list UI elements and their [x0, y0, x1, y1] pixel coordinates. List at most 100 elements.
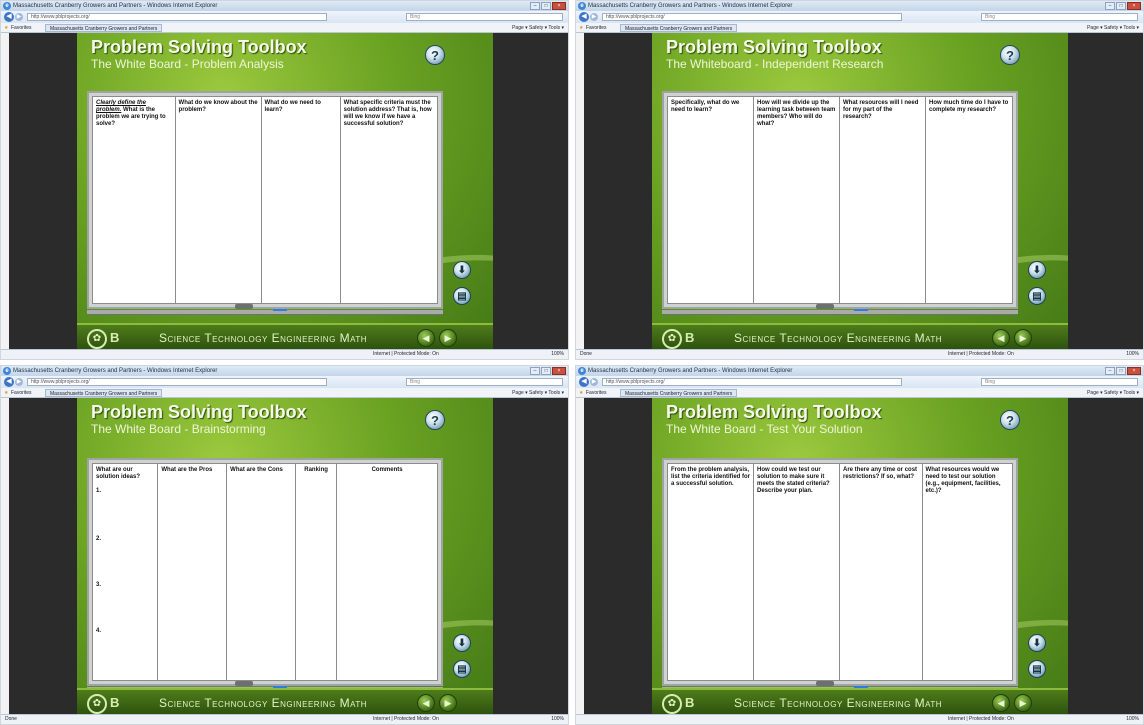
- favorites-button[interactable]: Favorites: [586, 388, 607, 398]
- column-resources[interactable]: What resources will I need for my part o…: [840, 97, 926, 303]
- command-bar[interactable]: Page ▾ Safety ▾ Tools ▾: [512, 388, 564, 398]
- back-arrow-icon[interactable]: ◀: [579, 377, 589, 387]
- forward-arrow-icon[interactable]: ▶: [15, 378, 23, 386]
- search-input[interactable]: Bing: [406, 378, 563, 386]
- download-icon[interactable]: ⬇: [1028, 261, 1046, 279]
- minimize-button[interactable]: –: [1105, 367, 1115, 375]
- column-define-problem[interactable]: Clearly define the problem. What is the …: [93, 97, 176, 303]
- column-what-we-know[interactable]: What do we know about the problem?: [176, 97, 262, 303]
- maximize-button[interactable]: □: [1116, 2, 1126, 10]
- column-restrictions[interactable]: Are there any time or cost restrictions?…: [840, 464, 923, 680]
- column-criteria-list[interactable]: From the problem analysis, list the crit…: [668, 464, 754, 680]
- browser-tab[interactable]: Massachusetts Cranberry Growers and Part…: [620, 24, 738, 32]
- arrow-left-icon[interactable]: ◀: [992, 329, 1010, 347]
- favorites-star-icon[interactable]: ★: [4, 388, 8, 398]
- close-button[interactable]: ×: [552, 2, 566, 10]
- page-area: Problem Solving Toolbox The White Board …: [1, 33, 568, 351]
- search-input[interactable]: Bing: [981, 378, 1138, 386]
- command-bar[interactable]: Page ▾ Safety ▾ Tools ▾: [1087, 23, 1139, 33]
- minimize-button[interactable]: –: [1105, 2, 1115, 10]
- arrow-left-icon[interactable]: ◀: [992, 694, 1010, 712]
- column-criteria[interactable]: What specific criteria must the solution…: [341, 97, 437, 303]
- zoom-level[interactable]: 100%: [1126, 715, 1139, 724]
- favorites-star-icon[interactable]: ★: [4, 23, 8, 33]
- close-button[interactable]: ×: [1127, 367, 1141, 375]
- search-input[interactable]: Bing: [981, 13, 1138, 21]
- board-subtitle: The White Board - Test Your Solution: [666, 422, 863, 436]
- status-bar: Internet | Protected Mode: On 100%: [1, 349, 568, 359]
- minimize-button[interactable]: –: [530, 367, 540, 375]
- arrow-right-icon[interactable]: ▶: [439, 329, 457, 347]
- status-bar: Done Internet | Protected Mode: On 100%: [576, 349, 1143, 359]
- arrow-right-icon[interactable]: ▶: [1014, 694, 1032, 712]
- eraser-icon[interactable]: [816, 304, 834, 309]
- favorites-button[interactable]: Favorites: [11, 23, 32, 33]
- back-arrow-icon[interactable]: ◀: [4, 377, 14, 387]
- favorites-star-icon[interactable]: ★: [579, 388, 583, 398]
- printer-icon[interactable]: ▤: [1028, 287, 1046, 305]
- question-icon[interactable]: ?: [425, 410, 445, 430]
- whiteboard: What are our solution ideas? 1. 2. 3. 4.…: [87, 458, 443, 686]
- url-input[interactable]: http://www.pblprojects.org/: [602, 13, 902, 21]
- column-pros[interactable]: What are the Pros: [158, 464, 228, 680]
- zoom-level[interactable]: 100%: [1126, 350, 1139, 359]
- forward-arrow-icon[interactable]: ▶: [15, 13, 23, 21]
- minimize-button[interactable]: –: [530, 2, 540, 10]
- close-button[interactable]: ×: [1127, 2, 1141, 10]
- zoom-level[interactable]: 100%: [551, 350, 564, 359]
- forward-arrow-icon[interactable]: ▶: [590, 13, 598, 21]
- app-title: Problem Solving Toolbox: [666, 37, 882, 57]
- marker-icon[interactable]: [854, 309, 868, 311]
- column-test-resources[interactable]: What resources would we need to test our…: [923, 464, 1012, 680]
- arrow-right-icon[interactable]: ▶: [1014, 329, 1032, 347]
- close-button[interactable]: ×: [552, 367, 566, 375]
- back-arrow-icon[interactable]: ◀: [4, 12, 14, 22]
- eraser-icon[interactable]: [235, 304, 253, 309]
- favorites-star-icon[interactable]: ★: [579, 23, 583, 33]
- download-icon[interactable]: ⬇: [453, 634, 471, 652]
- column-ranking[interactable]: Ranking: [296, 464, 338, 680]
- download-icon[interactable]: ⬇: [453, 261, 471, 279]
- download-icon[interactable]: ⬇: [1028, 634, 1046, 652]
- back-arrow-icon[interactable]: ◀: [579, 12, 589, 22]
- browser-tab[interactable]: Massachusetts Cranberry Growers and Part…: [45, 24, 163, 32]
- browser-tab[interactable]: Massachusetts Cranberry Growers and Part…: [620, 389, 738, 397]
- status-text: Done: [5, 716, 17, 722]
- column-time[interactable]: How much time do I have to complete my r…: [926, 97, 1012, 303]
- printer-icon[interactable]: ▤: [453, 660, 471, 678]
- column-what-to-learn[interactable]: Specifically, what do we need to learn?: [668, 97, 754, 303]
- eraser-icon[interactable]: [816, 681, 834, 686]
- zoom-level[interactable]: 100%: [551, 715, 564, 724]
- url-input[interactable]: http://www.pblprojects.org/: [27, 378, 327, 386]
- search-input[interactable]: Bing: [406, 13, 563, 21]
- printer-icon[interactable]: ▤: [1028, 660, 1046, 678]
- question-icon[interactable]: ?: [425, 45, 445, 65]
- marker-icon[interactable]: [273, 309, 287, 311]
- column-cons[interactable]: What are the Cons: [227, 464, 296, 680]
- column-test-plan[interactable]: How could we test our solution to make s…: [754, 464, 840, 680]
- maximize-button[interactable]: □: [541, 367, 551, 375]
- arrow-left-icon[interactable]: ◀: [417, 694, 435, 712]
- row-number: 3.: [96, 582, 102, 588]
- column-divide-task[interactable]: How will we divide up the learning task …: [754, 97, 840, 303]
- printer-icon[interactable]: ▤: [453, 287, 471, 305]
- favorites-button[interactable]: Favorites: [11, 388, 32, 398]
- toolbox-stage: Problem Solving Toolbox The White Board …: [77, 398, 493, 716]
- column-need-to-learn[interactable]: What do we need to learn?: [262, 97, 341, 303]
- url-input[interactable]: http://www.pblprojects.org/: [602, 378, 902, 386]
- maximize-button[interactable]: □: [541, 2, 551, 10]
- column-solution-ideas[interactable]: What are our solution ideas? 1. 2. 3. 4.: [93, 464, 159, 680]
- browser-tab[interactable]: Massachusetts Cranberry Growers and Part…: [45, 389, 163, 397]
- question-icon[interactable]: ?: [1000, 410, 1020, 430]
- maximize-button[interactable]: □: [1116, 367, 1126, 375]
- favorites-button[interactable]: Favorites: [586, 23, 607, 33]
- question-icon[interactable]: ?: [1000, 45, 1020, 65]
- arrow-right-icon[interactable]: ▶: [439, 694, 457, 712]
- url-input[interactable]: http://www.pblprojects.org/: [27, 13, 327, 21]
- forward-arrow-icon[interactable]: ▶: [590, 378, 598, 386]
- command-bar[interactable]: Page ▾ Safety ▾ Tools ▾: [512, 23, 564, 33]
- command-bar[interactable]: Page ▾ Safety ▾ Tools ▾: [1087, 388, 1139, 398]
- column-comments[interactable]: Comments: [337, 464, 437, 680]
- arrow-left-icon[interactable]: ◀: [417, 329, 435, 347]
- eraser-icon[interactable]: [235, 681, 253, 686]
